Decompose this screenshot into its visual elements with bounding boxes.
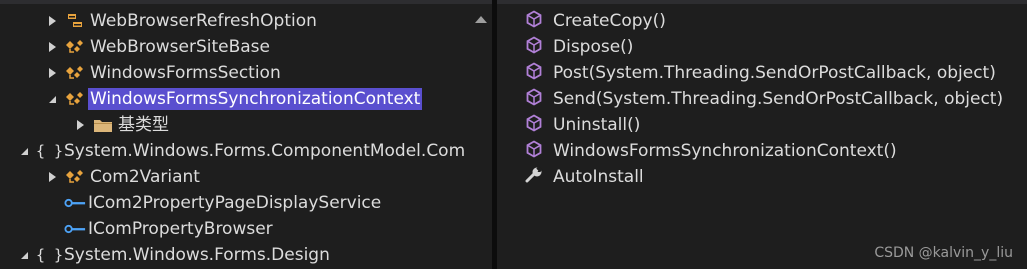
interface-icon [64,219,86,239]
expand-arrow-icon[interactable] [46,67,58,79]
tree-item-label: WindowsFormsSection [90,63,281,83]
expand-arrow-icon[interactable] [46,15,58,27]
collapse-arrow-icon[interactable] [18,145,30,157]
tree-item-label: IComPropertyBrowser [88,219,273,239]
tree-item-label: Com2Variant [90,167,200,187]
member-item[interactable]: Send(System.Threading.SendOrPostCallback… [525,86,1003,112]
tree-item-label: WebBrowserSiteBase [90,37,270,57]
tree-item-label: WindowsFormsSynchronizationContext [88,88,423,110]
tree-item[interactable]: WebBrowserSiteBase [46,34,270,60]
member-item[interactable]: Dispose() [525,34,633,60]
member-item[interactable]: Uninstall() [525,112,640,138]
tree-item[interactable]: ICom2PropertyPageDisplayService [58,190,381,216]
expand-arrow-icon[interactable] [74,119,86,131]
member-label: Post(System.Threading.SendOrPostCallback… [553,63,996,83]
vertical-scrollbar[interactable] [468,4,492,269]
tree-item-namespace[interactable]: { } System.Windows.Forms.ComponentModel.… [18,138,465,164]
member-label: AutoInstall [553,167,644,187]
members-list[interactable]: CreateCopy() Dispose() Post(System.Threa… [497,4,1027,269]
class-icon [64,167,86,187]
collapse-arrow-icon[interactable] [46,93,58,105]
tree-item-label: WebBrowserRefreshOption [90,11,317,31]
tree-item-namespace[interactable]: { } System.Windows.Forms.Design [18,242,330,268]
type-tree[interactable]: WebBrowserRefreshOption WebBrowserSiteBa… [0,4,468,269]
tree-item-label: ICom2PropertyPageDisplayService [88,193,382,213]
member-item[interactable]: WindowsFormsSynchronizationContext() [525,138,897,164]
tree-item-label: 基类型 [118,115,169,135]
wrench-icon [525,165,543,189]
member-label: Dispose() [553,37,634,57]
tree-item-base-types[interactable]: 基类型 [74,112,169,138]
tree-item-label: System.Windows.Forms.ComponentModel.Com [64,141,466,161]
tree-item[interactable]: Com2Variant [46,164,200,190]
class-icon [64,37,86,57]
enum-icon [64,11,86,31]
member-label: WindowsFormsSynchronizationContext() [553,141,897,161]
folder-icon [92,115,114,135]
member-label: Send(System.Threading.SendOrPostCallback… [553,89,1004,109]
watermark: CSDN @kalvin_y_liu [874,245,1013,261]
namespace-icon: { } [36,142,64,160]
class-icon [64,89,86,109]
expand-arrow-icon[interactable] [46,41,58,53]
method-icon [525,113,543,137]
collapse-arrow-icon[interactable] [18,249,30,261]
member-label: CreateCopy() [553,11,666,31]
method-icon [525,61,543,85]
tree-item[interactable]: IComPropertyBrowser [58,216,273,242]
method-icon [525,35,543,59]
member-item[interactable]: AutoInstall [525,164,644,190]
member-item[interactable]: CreateCopy() [525,8,666,34]
member-label: Uninstall() [553,115,641,135]
method-icon [525,9,543,33]
expand-arrow-icon[interactable] [46,171,58,183]
method-icon [525,87,543,111]
namespace-icon: { } [36,246,64,264]
scroll-up-arrow-icon[interactable] [475,16,487,23]
tree-item-label: System.Windows.Forms.Design [64,245,330,265]
tree-item[interactable]: WindowsFormsSection [46,60,281,86]
tree-item-selected[interactable]: WindowsFormsSynchronizationContext [46,86,423,112]
method-icon [525,139,543,163]
member-item[interactable]: Post(System.Threading.SendOrPostCallback… [525,60,996,86]
interface-icon [64,193,86,213]
class-icon [64,63,86,83]
tree-item[interactable]: WebBrowserRefreshOption [46,8,317,34]
